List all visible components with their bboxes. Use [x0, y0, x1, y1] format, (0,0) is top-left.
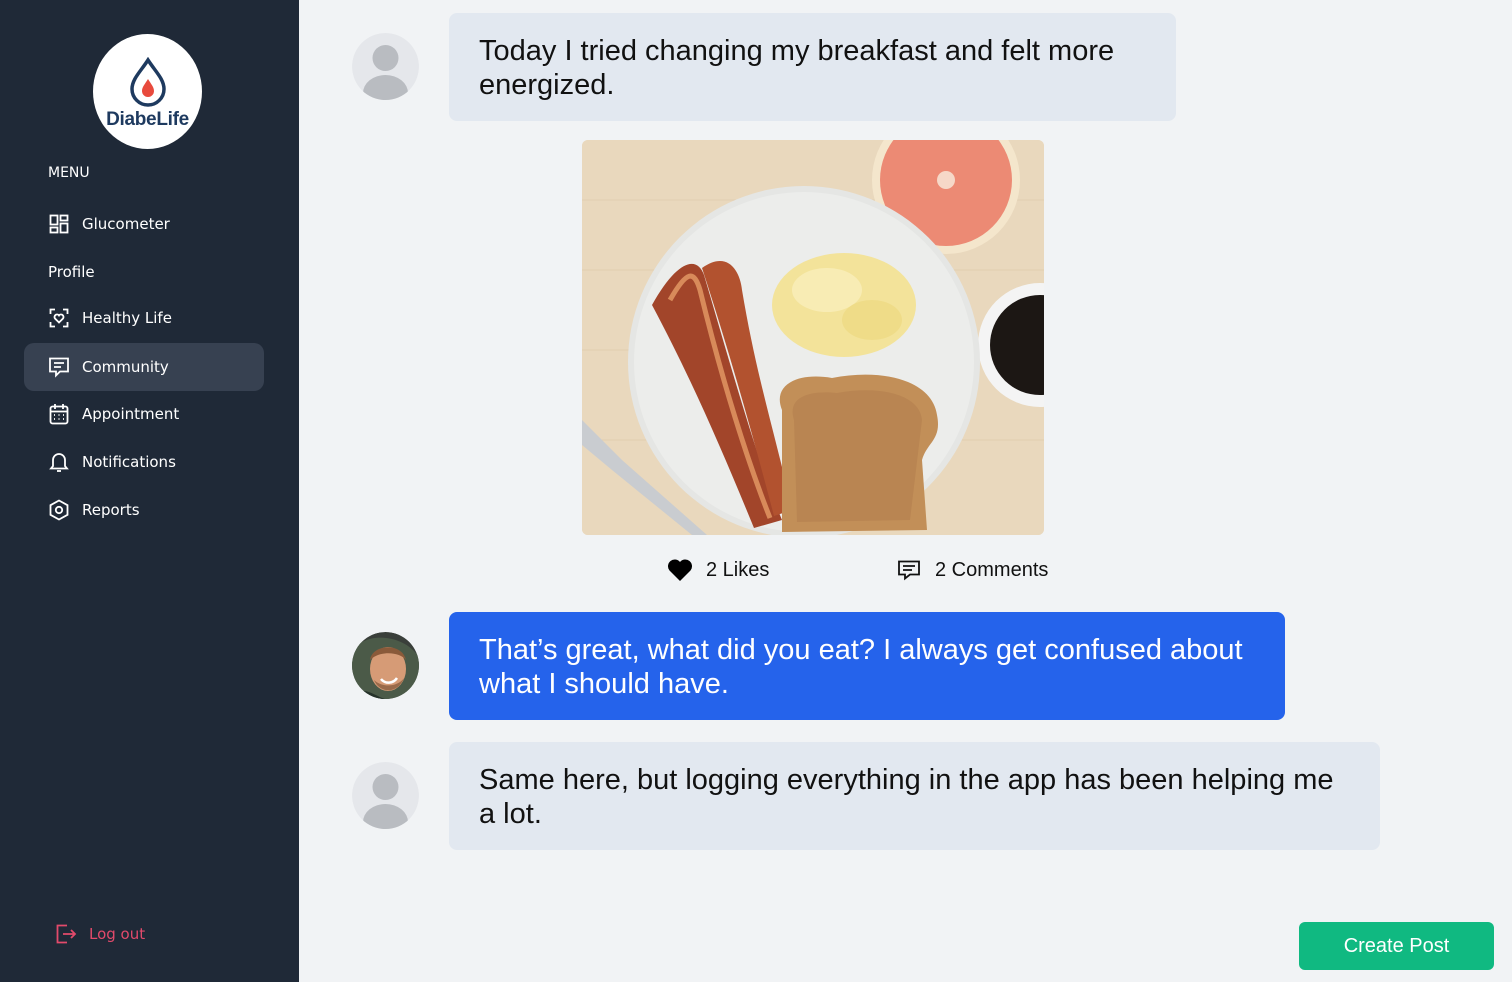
dashboard-grid-icon [48, 213, 70, 235]
sidebar-item-label: Notifications [82, 453, 176, 471]
like-button[interactable]: 2 Likes [666, 556, 769, 584]
sidebar-item-healthy-life[interactable]: Healthy Life [24, 294, 264, 342]
post-text: Today I tried changing my breakfast and … [449, 13, 1176, 121]
avatar[interactable] [352, 632, 419, 699]
user-placeholder-icon [352, 33, 419, 100]
post-image[interactable] [582, 140, 1044, 535]
bell-icon [48, 451, 70, 473]
sidebar: DiabeLife MENU Glucometer Profile Health… [0, 0, 299, 982]
comment-text: Same here, but logging everything in the… [449, 742, 1380, 850]
menu-section-label: MENU [48, 165, 90, 181]
avatar[interactable] [352, 762, 419, 829]
sidebar-item-community[interactable]: Community [24, 343, 264, 391]
sidebar-item-label: Reports [82, 501, 140, 519]
app-logo[interactable]: DiabeLife [93, 34, 202, 149]
logout-button[interactable]: Log out [55, 922, 145, 946]
sidebar-item-label: Healthy Life [82, 309, 172, 327]
heart-icon [666, 556, 694, 584]
sidebar-item-label: Community [82, 358, 169, 376]
sidebar-item-reports[interactable]: Reports [24, 486, 264, 534]
user-placeholder-icon [352, 762, 419, 829]
comments-count: 2 Comments [935, 558, 1049, 581]
sidebar-item-profile[interactable]: Profile [48, 263, 95, 281]
comment-icon [895, 556, 923, 584]
sidebar-item-label: Glucometer [82, 215, 170, 233]
logo-text: DiabeLife [106, 108, 189, 130]
sidebar-item-label: Appointment [82, 405, 180, 423]
blood-drop-icon [129, 56, 166, 107]
heart-scan-icon [48, 307, 70, 329]
breakfast-photo [582, 140, 1044, 535]
comment-text: That’s great, what did you eat? I always… [449, 612, 1285, 720]
sidebar-item-glucometer[interactable]: Glucometer [24, 200, 264, 248]
message-square-icon [48, 356, 70, 378]
user-photo [352, 632, 419, 699]
logout-icon [55, 922, 79, 946]
avatar[interactable] [352, 33, 419, 100]
likes-count: 2 Likes [706, 558, 770, 581]
hexagon-icon [48, 499, 70, 521]
logout-label: Log out [89, 925, 146, 943]
sidebar-item-notifications[interactable]: Notifications [24, 438, 264, 486]
comments-button[interactable]: 2 Comments [895, 556, 1048, 584]
sidebar-item-appointment[interactable]: Appointment [24, 390, 264, 438]
create-post-button[interactable]: Create Post [1299, 922, 1494, 970]
calendar-icon [48, 403, 70, 425]
